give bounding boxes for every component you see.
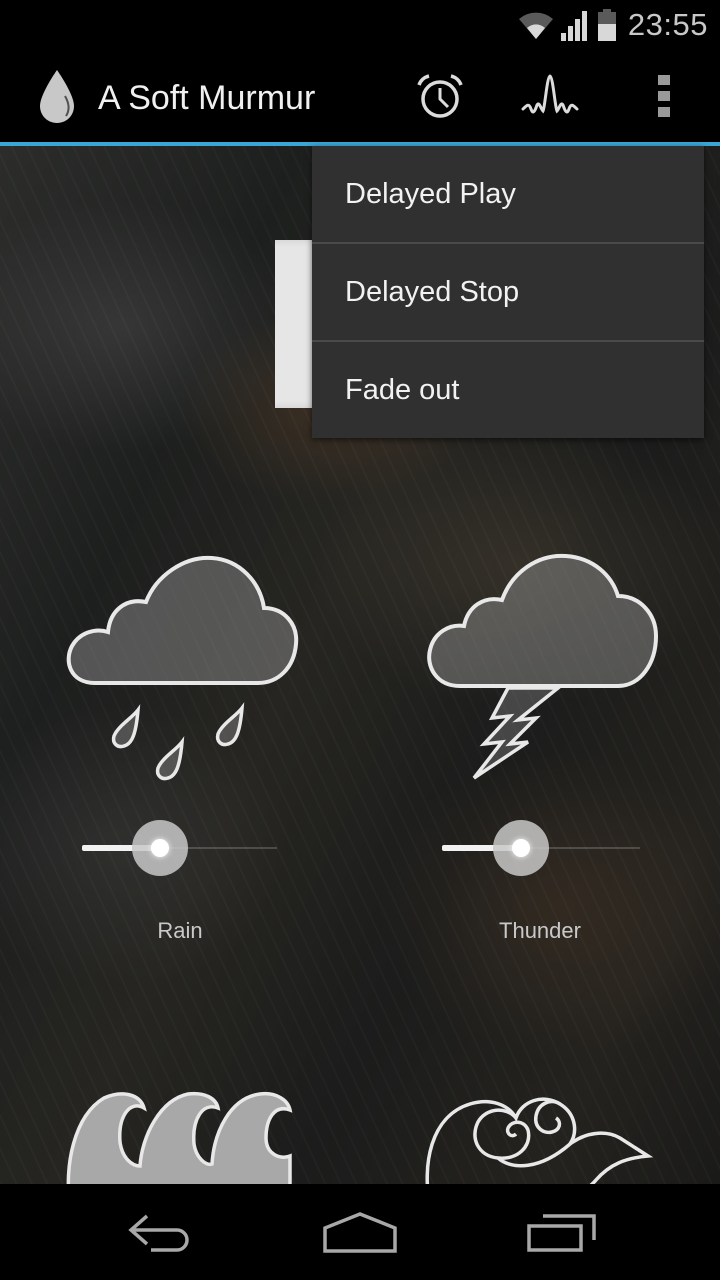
sound-tile-rain: Rain: [0, 546, 360, 966]
sound-tile-thunder: Thunder: [360, 546, 720, 966]
menu-item-label: Delayed Stop: [345, 276, 520, 308]
status-icons: 23:55: [518, 0, 708, 50]
status-bar: 23:55: [0, 0, 720, 50]
recent-apps-button[interactable]: [492, 1184, 632, 1280]
timer-button[interactable]: [392, 50, 488, 142]
menu-item-delayed-stop[interactable]: Delayed Stop: [312, 244, 704, 341]
rain-volume-slider[interactable]: [82, 818, 277, 878]
menu-item-label: Delayed Play: [345, 178, 516, 210]
recent-apps-icon: [527, 1214, 596, 1252]
home-icon: [323, 1212, 397, 1253]
action-bar: A Soft Murmur: [0, 50, 720, 142]
sound-label: Thunder: [499, 918, 581, 943]
overflow-menu-button[interactable]: [616, 50, 712, 142]
thunder-volume-slider[interactable]: [442, 818, 640, 878]
waveform-icon: [521, 74, 579, 114]
overflow-menu: Delayed Play Delayed Stop Fade out: [312, 146, 704, 438]
more-vert-icon: [658, 75, 670, 117]
status-time: 23:55: [627, 7, 708, 42]
home-button[interactable]: [290, 1184, 430, 1280]
menu-item-delayed-play[interactable]: Delayed Play: [312, 146, 704, 243]
menu-item-fade-out[interactable]: Fade out: [312, 342, 704, 439]
back-button[interactable]: [90, 1184, 230, 1280]
sound-mix-button[interactable]: [504, 50, 600, 142]
water-drop-icon: [40, 70, 74, 123]
app-title: A Soft Murmur: [98, 79, 316, 117]
wifi-icon: [518, 12, 553, 39]
menu-item-label: Fade out: [345, 374, 460, 406]
back-icon: [128, 1214, 189, 1252]
wind-cloud-icon[interactable]: [420, 1086, 660, 1184]
sound-tile-waves: [0, 1086, 360, 1184]
battery-icon: [597, 9, 616, 41]
slider-thumb[interactable]: [132, 820, 188, 876]
slider-thumb[interactable]: [493, 820, 549, 876]
rain-cloud-icon[interactable]: [0, 546, 360, 796]
thunder-cloud-icon[interactable]: [360, 546, 720, 796]
sound-label: Rain: [157, 918, 203, 943]
waves-icon[interactable]: [60, 1086, 300, 1184]
alarm-clock-icon: [417, 74, 463, 118]
cell-signal-icon: [560, 11, 587, 41]
navigation-bar: [0, 1184, 720, 1280]
sound-tile-wind: [360, 1086, 720, 1184]
